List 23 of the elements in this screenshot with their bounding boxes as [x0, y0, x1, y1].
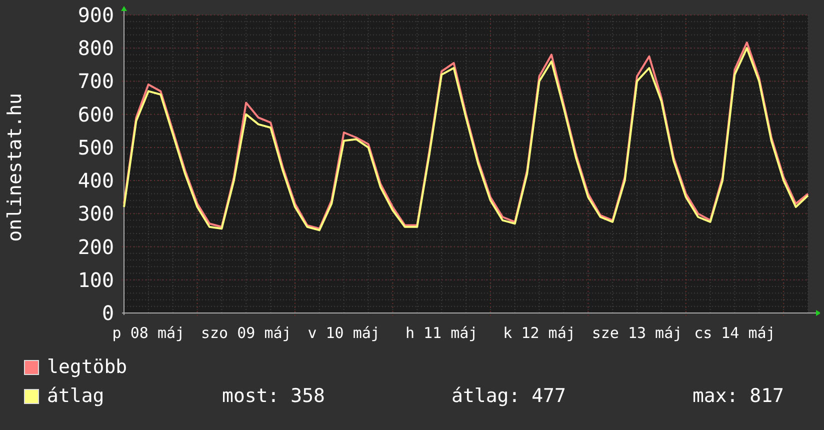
y-tick-label: 600	[78, 102, 114, 126]
x-tick-label: sze 13 máj	[592, 324, 682, 342]
legend-label: átlag	[47, 387, 104, 406]
x-tick-label: h 11 máj	[405, 324, 478, 342]
y-tick-label: 700	[78, 69, 114, 94]
y-tick-label: 300	[78, 202, 114, 226]
x-tick-label: k 12 máj	[503, 324, 576, 342]
y-tick-label: 500	[78, 135, 114, 160]
axis-title: onlinestat.hu	[2, 93, 27, 242]
y-tick-label: 900	[78, 3, 114, 27]
stat-value: átlag: 477	[452, 387, 566, 406]
y-tick-label: 400	[78, 168, 114, 193]
y-tick-label: 800	[78, 36, 114, 60]
stat-value: most: 358	[222, 387, 325, 406]
y-tick-label: 200	[78, 234, 114, 259]
legend-label: legtöbb	[47, 358, 128, 377]
y-tick-label: 0	[102, 301, 114, 325]
x-tick-label: v 10 máj	[308, 324, 380, 342]
y-tick-label: 100	[78, 268, 114, 292]
x-tick-label: cs 14 máj	[694, 324, 776, 342]
stat-value: max: 817	[692, 387, 784, 406]
x-tick-label: p 08 máj	[112, 324, 185, 342]
x-tick-label: szo 09 máj	[200, 324, 292, 342]
